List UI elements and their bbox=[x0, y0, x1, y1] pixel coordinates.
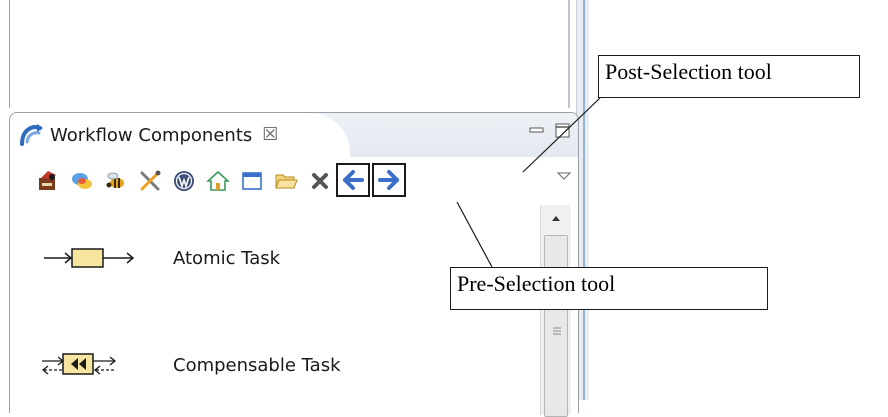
toolbar-button[interactable] bbox=[170, 167, 198, 195]
window-icon bbox=[242, 172, 262, 190]
component-palette: Atomic Task Compensable Task bbox=[10, 205, 540, 415]
toolbar-button[interactable] bbox=[102, 167, 130, 195]
delete-icon bbox=[312, 173, 328, 189]
toolbar-button[interactable] bbox=[136, 167, 164, 195]
post-selection-tool-callout: Post-Selection tool bbox=[598, 55, 860, 98]
pre-selection-tool-callout: Pre-Selection tool bbox=[450, 267, 768, 310]
palette-scrollbar[interactable] bbox=[540, 205, 571, 417]
bug-task-icon bbox=[39, 171, 56, 190]
minimize-icon[interactable] bbox=[528, 123, 546, 139]
folder-open-icon bbox=[275, 174, 298, 189]
editor-area bbox=[0, 0, 580, 108]
arrow-left-icon bbox=[343, 170, 364, 190]
bee-icon bbox=[106, 172, 124, 188]
tab-close-icon[interactable]: ☒ bbox=[262, 126, 278, 144]
toolbar-button[interactable] bbox=[68, 167, 96, 195]
workflow-components-view: Workflow Components ☒ Atomic Task Compen… bbox=[9, 112, 579, 417]
chat-bubbles-icon bbox=[72, 173, 92, 189]
workflow-view-icon bbox=[20, 124, 43, 146]
tools-icon bbox=[140, 170, 161, 191]
pre-selection-tool-button[interactable] bbox=[336, 163, 370, 197]
palette-item-label: Atomic Task bbox=[173, 247, 281, 269]
toolbar-button[interactable] bbox=[272, 167, 300, 195]
palette-item-label: Compensable Task bbox=[173, 354, 341, 376]
editor-border-right bbox=[568, 0, 570, 108]
scroll-up-arrow-icon[interactable] bbox=[541, 205, 571, 231]
tab-workflow-components[interactable]: Workflow Components ☒ bbox=[10, 113, 350, 157]
sash-edge bbox=[583, 0, 585, 400]
view-menu-chevron-down-icon[interactable] bbox=[556, 171, 572, 181]
palette-item-compensable-task[interactable]: Compensable Task bbox=[10, 345, 530, 385]
toolbar-button[interactable] bbox=[34, 167, 62, 195]
home-icon bbox=[206, 170, 230, 191]
scrollbar-grip-icon bbox=[553, 327, 561, 335]
tab-label: Workflow Components bbox=[50, 124, 253, 146]
atomic-task-icon bbox=[44, 248, 135, 268]
wordpress-icon bbox=[174, 171, 194, 191]
toolbar-button[interactable] bbox=[238, 167, 266, 195]
toolbar-button[interactable] bbox=[204, 167, 232, 195]
view-toolbar bbox=[10, 157, 578, 205]
toolbar-button[interactable] bbox=[306, 167, 334, 195]
arrow-right-icon bbox=[378, 170, 399, 190]
scrollbar-thumb[interactable] bbox=[544, 235, 568, 417]
view-tab-bar: Workflow Components ☒ bbox=[10, 113, 578, 157]
post-selection-tool-button[interactable] bbox=[372, 163, 406, 197]
editor-border-left bbox=[9, 0, 10, 108]
maximize-icon[interactable] bbox=[554, 123, 572, 139]
compensable-task-icon bbox=[41, 353, 117, 375]
